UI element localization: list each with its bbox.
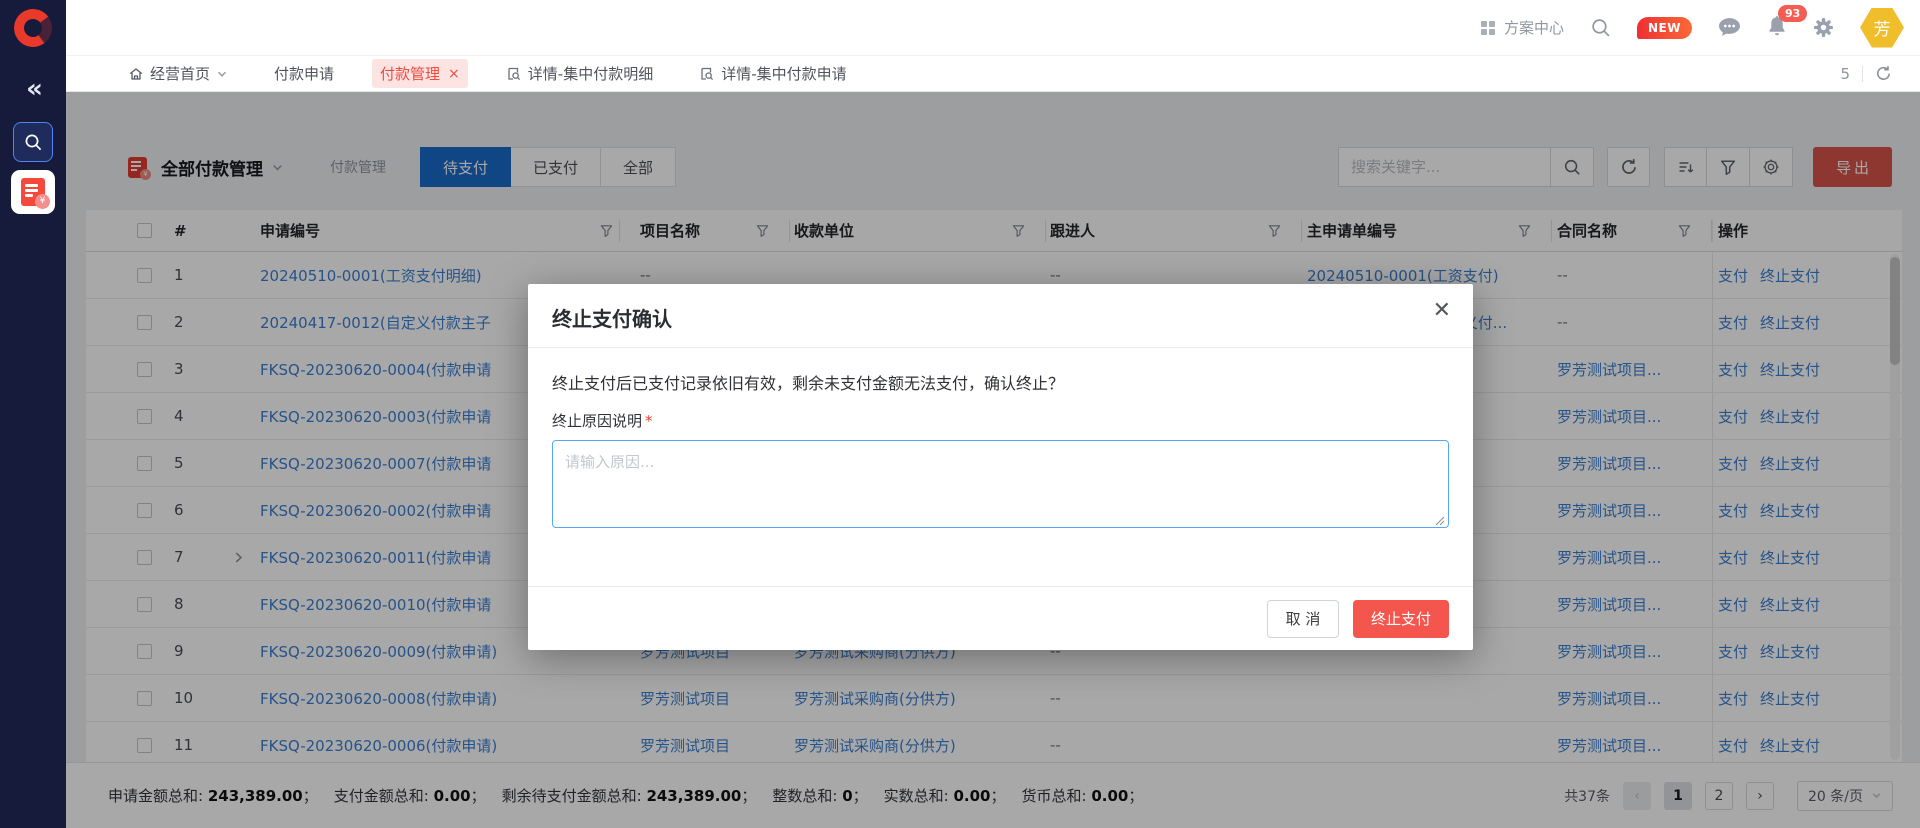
grid-icon bbox=[1480, 20, 1496, 36]
doc-search-icon bbox=[506, 66, 522, 82]
tab-label: 详情-集中付款明细 bbox=[528, 63, 653, 84]
resize-handle-icon[interactable] bbox=[1435, 516, 1445, 526]
collapse-sidebar-icon[interactable]: « bbox=[0, 74, 66, 104]
notification-count-badge: 93 bbox=[1778, 5, 1807, 22]
close-tab-icon[interactable]: × bbox=[448, 66, 460, 82]
tab-label: 详情-集中付款申请 bbox=[721, 63, 846, 84]
close-icon[interactable]: ✕ bbox=[1433, 300, 1451, 322]
top-header: 方案中心 NEW 93 芳 bbox=[66, 0, 1920, 55]
tab-3[interactable]: 付款管理 × bbox=[372, 59, 468, 88]
chat-icon[interactable] bbox=[1718, 17, 1741, 38]
notifications-button[interactable]: 93 bbox=[1767, 15, 1787, 41]
reason-field-label: 终止原因说明* bbox=[552, 410, 1449, 431]
new-badge[interactable]: NEW bbox=[1637, 17, 1692, 39]
tab-label: 付款申请 bbox=[274, 63, 334, 84]
tab-label: 付款管理 bbox=[380, 63, 440, 84]
divider bbox=[1862, 66, 1863, 82]
confirm-message: 终止支付后已支付记录依旧有效，剩余未支付金额无法支付，确认终止？ bbox=[552, 370, 1449, 394]
breadcrumb-tabbar: 经营首页 付款申请 付款管理 × 详情-集中付款明细 详情-集中付款申请 5 bbox=[66, 55, 1920, 92]
home-icon bbox=[128, 66, 144, 82]
confirm-terminate-button[interactable]: 终止支付 bbox=[1353, 600, 1449, 638]
sidebar: « ¥ bbox=[0, 0, 66, 828]
dialog-title: 终止支付确认 bbox=[552, 307, 672, 331]
tab-list: 经营首页 付款申请 付款管理 × 详情-集中付款明细 详情-集中付款申请 bbox=[120, 59, 885, 88]
open-tab-count: 5 bbox=[1840, 65, 1850, 83]
sidebar-item-payment-app[interactable]: ¥ bbox=[11, 170, 55, 214]
search-icon bbox=[23, 132, 43, 152]
search-icon[interactable] bbox=[1590, 17, 1611, 38]
cancel-button[interactable]: 取 消 bbox=[1267, 600, 1339, 638]
doc-search-icon bbox=[699, 66, 715, 82]
required-mark: * bbox=[645, 412, 653, 430]
tab-5[interactable]: 详情-集中付款申请 bbox=[691, 59, 854, 88]
chevron-down-icon bbox=[216, 68, 228, 80]
gear-icon[interactable] bbox=[1813, 17, 1834, 38]
reason-textarea[interactable] bbox=[552, 440, 1449, 528]
scheme-center-label: 方案中心 bbox=[1504, 17, 1564, 38]
tab-1[interactable]: 经营首页 bbox=[120, 59, 236, 88]
tab-label: 经营首页 bbox=[150, 63, 210, 84]
terminate-payment-dialog: 终止支付确认 ✕ 终止支付后已支付记录依旧有效，剩余未支付金额无法支付，确认终止… bbox=[528, 284, 1473, 650]
dialog-footer: 取 消 终止支付 bbox=[528, 586, 1473, 650]
sidebar-search-button[interactable] bbox=[13, 122, 53, 162]
scheme-center-button[interactable]: 方案中心 bbox=[1480, 17, 1564, 38]
company-logo-icon[interactable] bbox=[12, 7, 55, 50]
payment-doc-icon: ¥ bbox=[21, 178, 45, 206]
yen-badge-icon: ¥ bbox=[35, 194, 50, 209]
app-window: « ¥ 方案中心 NEW 93 芳 经营首页 bbox=[0, 0, 1920, 828]
dialog-body: 终止支付后已支付记录依旧有效，剩余未支付金额无法支付，确认终止？ 终止原因说明* bbox=[528, 348, 1473, 532]
refresh-tabs-icon[interactable] bbox=[1875, 65, 1892, 82]
dialog-header: 终止支付确认 ✕ bbox=[528, 284, 1473, 348]
avatar[interactable]: 芳 bbox=[1860, 8, 1904, 48]
tab-2[interactable]: 付款申请 bbox=[266, 59, 342, 88]
tab-4[interactable]: 详情-集中付款明细 bbox=[498, 59, 661, 88]
